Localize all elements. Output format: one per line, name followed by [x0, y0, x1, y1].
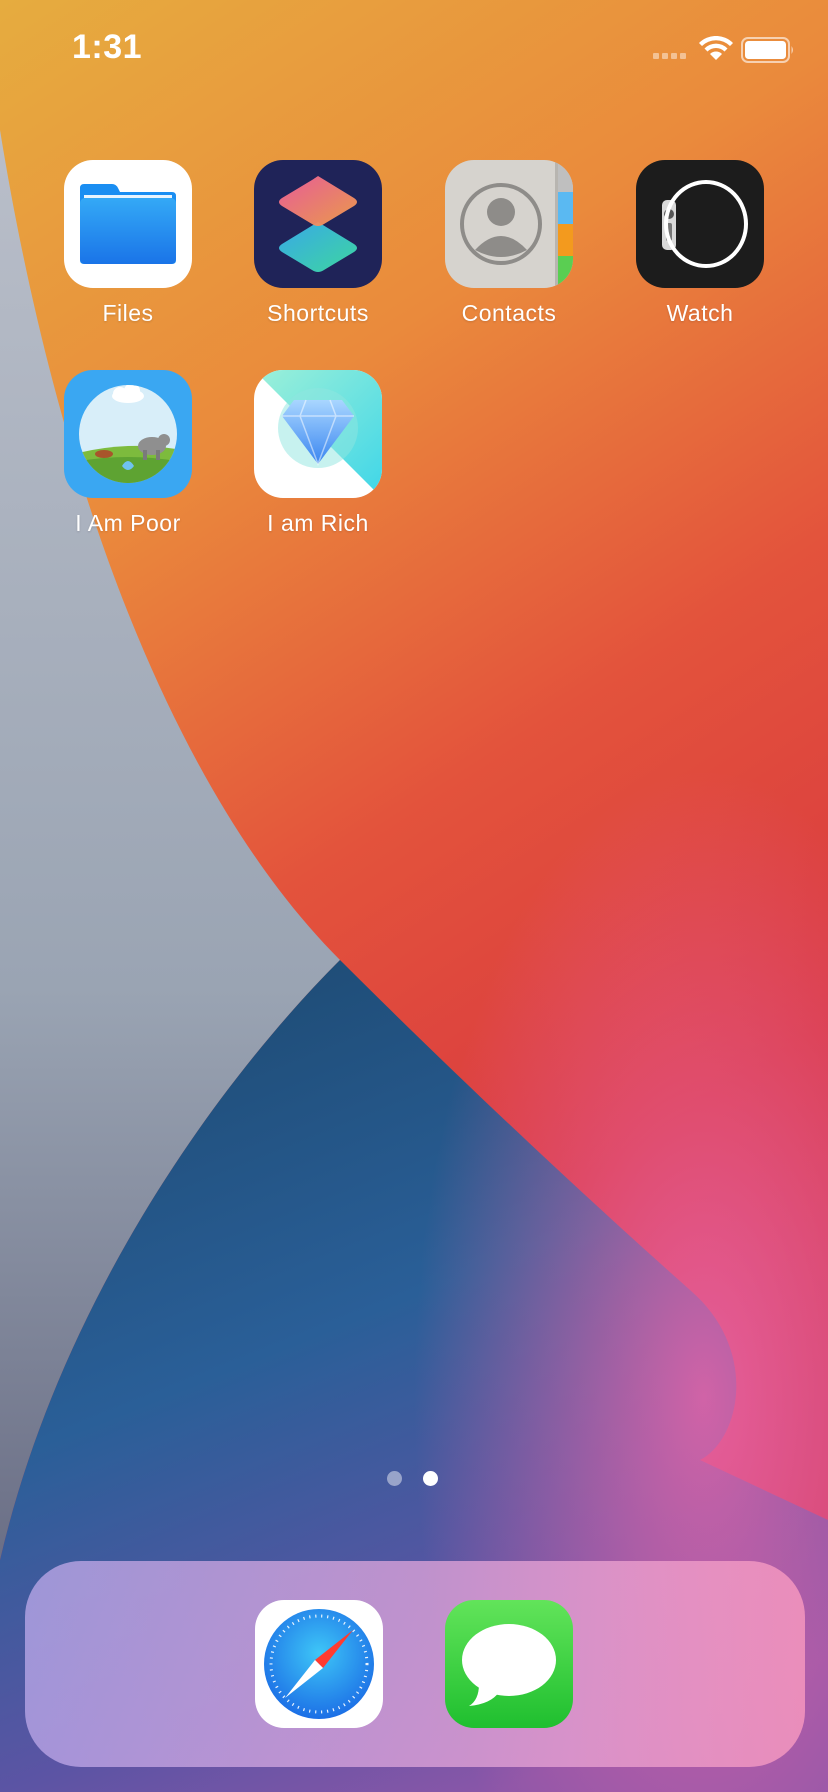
- wifi-icon: [699, 36, 733, 60]
- app-label: Files: [102, 300, 154, 326]
- app-label: Shortcuts: [267, 300, 369, 326]
- app-label: I Am Poor: [75, 510, 181, 536]
- page-dot[interactable]: [387, 1471, 402, 1486]
- cellular-signal-icon: [653, 53, 686, 59]
- safari-icon[interactable]: [255, 1600, 383, 1728]
- app-label: Watch: [666, 300, 734, 326]
- app-files[interactable]: Files: [48, 160, 208, 327]
- watch-icon: [636, 160, 764, 288]
- files-icon: [64, 160, 192, 288]
- app-contacts[interactable]: Contacts: [429, 160, 589, 327]
- i-am-rich-icon: [254, 370, 382, 498]
- battery-icon: [741, 37, 793, 63]
- app-label: I am Rich: [267, 510, 369, 536]
- app-i-am-rich[interactable]: I am Rich: [238, 370, 398, 537]
- app-watch[interactable]: Watch: [620, 160, 780, 327]
- page-indicator[interactable]: [387, 1471, 438, 1486]
- app-label: Contacts: [461, 300, 557, 326]
- app-i-am-poor[interactable]: I Am Poor: [48, 370, 208, 537]
- shortcuts-icon: [254, 160, 382, 288]
- dock: [25, 1561, 805, 1767]
- page-dot-current[interactable]: [423, 1471, 438, 1486]
- status-time: 1:31: [72, 28, 143, 66]
- i-am-poor-icon: [64, 370, 192, 498]
- messages-icon[interactable]: [445, 1600, 573, 1728]
- contacts-icon: [445, 160, 573, 288]
- app-shortcuts[interactable]: Shortcuts: [238, 160, 398, 327]
